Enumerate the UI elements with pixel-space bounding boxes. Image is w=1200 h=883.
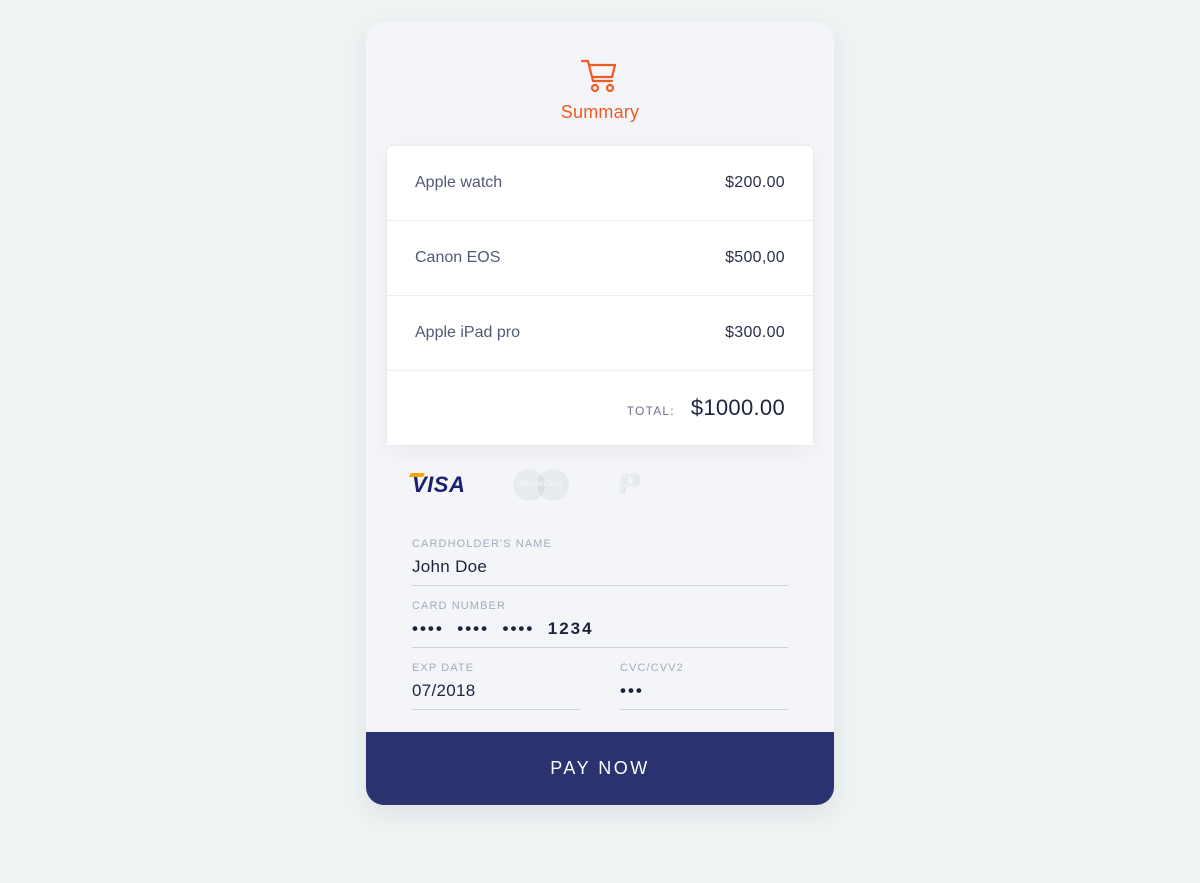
field-cardholder: CARDHOLDER'S NAME bbox=[412, 538, 788, 586]
field-cardnumber: CARD NUMBER bbox=[412, 600, 788, 648]
item-price: $200.00 bbox=[725, 174, 785, 192]
order-item-row: Apple watch $200.00 bbox=[387, 146, 813, 221]
payment-form: CARDHOLDER'S NAME CARD NUMBER EXP DATE C… bbox=[366, 510, 834, 732]
total-value: $1000.00 bbox=[691, 395, 785, 421]
cardholder-label: CARDHOLDER'S NAME bbox=[412, 538, 788, 550]
checkout-card: Summary Apple watch $200.00 Canon EOS $5… bbox=[366, 22, 834, 805]
payment-method-selector: VISA MasterCard P bbox=[366, 446, 834, 510]
order-item-row: Apple iPad pro $300.00 bbox=[387, 296, 813, 371]
item-price: $500,00 bbox=[725, 249, 785, 267]
item-price: $300.00 bbox=[725, 324, 785, 342]
payment-method-mastercard[interactable]: MasterCard bbox=[513, 469, 569, 501]
field-expdate: EXP DATE bbox=[412, 662, 580, 710]
order-items: Apple watch $200.00 Canon EOS $500,00 Ap… bbox=[386, 145, 814, 446]
cardholder-input[interactable] bbox=[412, 550, 788, 586]
mastercard-label: MasterCard bbox=[519, 479, 561, 488]
item-name: Apple watch bbox=[415, 174, 502, 192]
summary-header: Summary bbox=[366, 22, 834, 145]
item-name: Apple iPad pro bbox=[415, 324, 520, 342]
item-name: Canon EOS bbox=[415, 249, 500, 267]
pay-now-button[interactable]: PAY NOW bbox=[366, 732, 834, 805]
total-label: TOTAL: bbox=[627, 404, 675, 418]
cvc-label: CVC/CVV2 bbox=[620, 662, 788, 674]
field-cvc: CVC/CVV2 bbox=[620, 662, 788, 710]
payment-method-paypal[interactable]: P bbox=[617, 468, 637, 502]
payment-method-visa[interactable]: VISA bbox=[412, 472, 465, 498]
summary-title: Summary bbox=[366, 102, 834, 123]
cardnumber-input[interactable] bbox=[412, 612, 788, 648]
cvc-input[interactable] bbox=[620, 674, 788, 710]
order-item-row: Canon EOS $500,00 bbox=[387, 221, 813, 296]
order-total-row: TOTAL: $1000.00 bbox=[387, 371, 813, 445]
expdate-label: EXP DATE bbox=[412, 662, 580, 674]
cardnumber-label: CARD NUMBER bbox=[412, 600, 788, 612]
expdate-input[interactable] bbox=[412, 674, 580, 710]
cart-icon bbox=[366, 56, 834, 96]
